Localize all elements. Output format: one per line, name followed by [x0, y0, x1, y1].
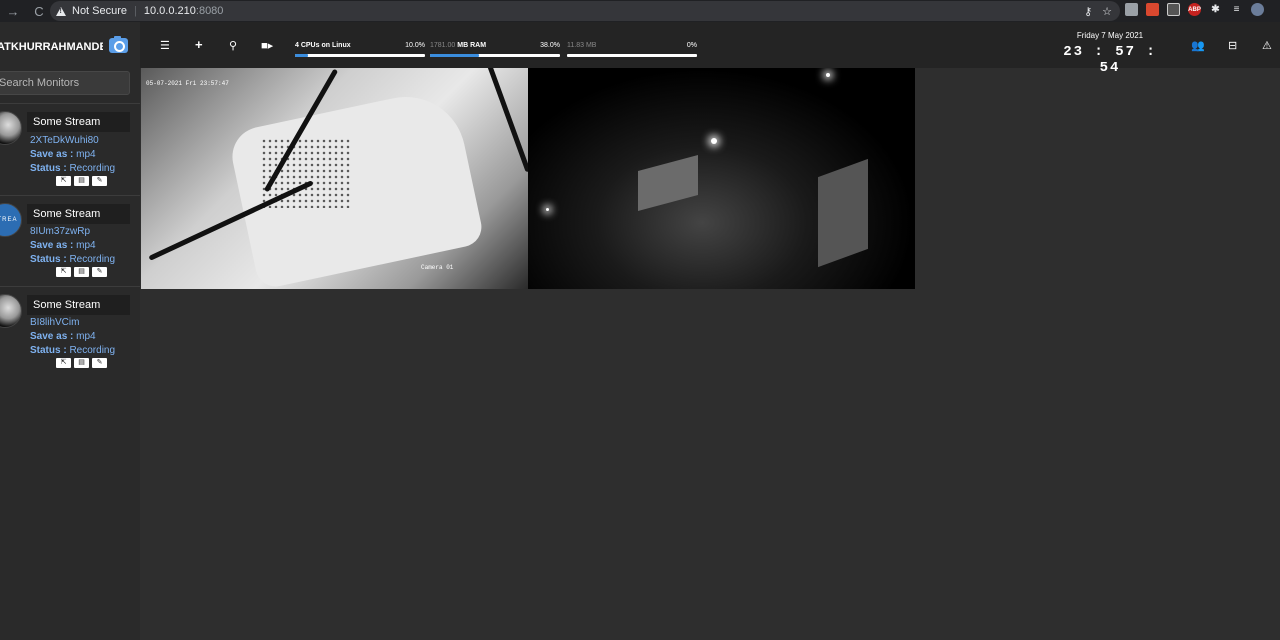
monitor-actions: ⇱ ▤ ✎	[56, 358, 107, 368]
monitor-thumbnail[interactable]	[0, 111, 22, 145]
monitor-actions: ⇱ ▤ ✎	[56, 267, 107, 277]
monitor-save-format: Save as : mp4	[30, 149, 96, 160]
scene-detail	[826, 73, 830, 77]
status-label: Status :	[30, 163, 67, 174]
save-value: mp4	[76, 240, 96, 251]
scene-detail	[818, 158, 868, 268]
key-icon[interactable]: ⚷	[1084, 5, 1092, 18]
url-port[interactable]: :8080	[196, 5, 224, 17]
plus-icon[interactable]: +	[195, 37, 203, 52]
video-caption: Camera 01	[421, 264, 454, 271]
app-root: ATKHURRAHMANDEV... Search Monitors Some …	[0, 22, 1280, 640]
extension-icon[interactable]	[1167, 3, 1180, 16]
scene-detail	[711, 138, 717, 144]
ram-unit: MB RAM	[457, 42, 487, 49]
save-value: mp4	[76, 331, 96, 342]
monitor-thumbnail[interactable]	[0, 294, 22, 328]
monitor-name[interactable]: Some Stream	[27, 295, 130, 315]
video-timestamp: 05-07-2021 Fri 23:57:47	[146, 80, 229, 87]
url-separator: |	[134, 5, 137, 17]
map-pin-icon[interactable]: ⚲	[229, 39, 237, 52]
ram-label: 1781.00 MB RAM	[430, 42, 486, 49]
monitor-id[interactable]: 8IUm37zwRp	[30, 226, 90, 237]
save-label: Save as :	[30, 240, 74, 251]
status-label: Status :	[30, 254, 67, 265]
ram-bar-fill	[430, 54, 480, 57]
video-camera-icon[interactable]: ■▸	[261, 39, 273, 52]
disk-bar	[567, 54, 697, 57]
monitor-id[interactable]: BI8lihVCim	[30, 317, 79, 328]
sidebar: ATKHURRAHMANDEV... Search Monitors Some …	[0, 22, 140, 640]
external-link-icon[interactable]: ⇱	[56, 267, 71, 277]
film-icon[interactable]: ▤	[74, 358, 89, 368]
drive-icon[interactable]: ⊟	[1228, 39, 1237, 52]
monitor-actions: ⇱ ▤ ✎	[56, 176, 107, 186]
save-label: Save as :	[30, 149, 74, 160]
star-icon[interactable]: ☆	[1102, 5, 1112, 18]
wrench-icon[interactable]: ✎	[92, 358, 107, 368]
extension-icon[interactable]	[1146, 3, 1159, 16]
wrench-icon[interactable]: ✎	[92, 176, 107, 186]
clock-date: Friday 7 May 2021	[1076, 31, 1144, 40]
external-link-icon[interactable]: ⇱	[56, 358, 71, 368]
status-value: Recording	[69, 163, 116, 174]
clock-time: 23 : 57 : 54	[1063, 44, 1157, 76]
save-label: Save as :	[30, 331, 74, 342]
status-label: Status :	[30, 345, 67, 356]
profile-avatar-icon[interactable]	[1251, 3, 1264, 16]
browser-toolbar: → C Not Secure | 10.0.0.210:8080 ⚷ ☆ ABP…	[0, 0, 1280, 22]
cpu-label: 4 CPUs on Linux	[295, 42, 351, 49]
scene-detail	[546, 208, 549, 211]
scene-detail	[481, 68, 528, 173]
search-input[interactable]: Search Monitors	[0, 71, 130, 95]
forward-icon[interactable]: →	[0, 0, 26, 22]
url-host[interactable]: 10.0.0.210	[144, 5, 196, 17]
ram-bar	[430, 54, 560, 57]
wrench-icon[interactable]: ✎	[92, 267, 107, 277]
warning-icon[interactable]: ⚠	[1262, 39, 1272, 52]
media-queue-icon[interactable]: ≡	[1230, 3, 1243, 16]
monitor-item[interactable]: STREA Some Stream 8IUm37zwRp Save as : m…	[0, 196, 140, 286]
cpu-percent: 10.0%	[405, 42, 425, 49]
video-feed[interactable]: 05-07-2021 Fri 23:57:47 Camera 01	[141, 68, 528, 289]
film-icon[interactable]: ▤	[74, 176, 89, 186]
cpu-bar	[295, 54, 425, 57]
cpu-bar-fill	[295, 54, 308, 57]
status-value: Recording	[69, 254, 116, 265]
adblock-icon[interactable]: ABP	[1188, 3, 1201, 16]
security-label[interactable]: Not Secure	[72, 5, 127, 17]
monitor-save-format: Save as : mp4	[30, 240, 96, 251]
warning-icon	[56, 6, 66, 16]
camera-icon[interactable]	[109, 36, 128, 53]
monitor-thumbnail[interactable]: STREA	[0, 203, 22, 237]
list-icon[interactable]: ☰	[160, 39, 170, 52]
extensions-area: ABP ✱ ≡	[1125, 3, 1264, 16]
monitor-item[interactable]: Some Stream BI8lihVCim Save as : mp4 Sta…	[0, 287, 140, 377]
ram-value: 1781.00	[430, 42, 456, 49]
external-link-icon[interactable]: ⇱	[56, 176, 71, 186]
monitor-status: Status : Recording	[30, 345, 115, 356]
address-bar[interactable]: Not Secure | 10.0.0.210:8080 ⚷ ☆	[50, 1, 1120, 21]
reload-icon[interactable]: C	[26, 0, 52, 22]
monitor-name[interactable]: Some Stream	[27, 112, 130, 132]
monitor-status: Status : Recording	[30, 163, 115, 174]
status-value: Recording	[69, 345, 116, 356]
monitor-id[interactable]: 2XTeDkWuhi80	[30, 135, 99, 146]
scene-detail	[638, 154, 698, 212]
brand-name[interactable]: ATKHURRAHMANDEV...	[0, 41, 103, 53]
save-value: mp4	[76, 149, 96, 160]
monitor-item[interactable]: Some Stream 2XTeDkWuhi80 Save as : mp4 S…	[0, 104, 140, 194]
users-icon[interactable]: 👥	[1191, 39, 1205, 52]
ram-percent: 38.0%	[540, 42, 560, 49]
video-feed[interactable]	[528, 68, 915, 289]
disk-value: 11.83 MB	[567, 42, 597, 49]
monitor-name[interactable]: Some Stream	[27, 204, 130, 224]
disk-percent: 0%	[686, 42, 697, 49]
top-bar: ☰ + ⚲ ■▸ 4 CPUs on Linux 10.0% 1781.00 M…	[140, 22, 1280, 76]
monitor-status: Status : Recording	[30, 254, 115, 265]
film-icon[interactable]: ▤	[74, 267, 89, 277]
extension-icon[interactable]	[1125, 3, 1138, 16]
puzzle-icon[interactable]: ✱	[1209, 3, 1222, 16]
monitor-save-format: Save as : mp4	[30, 331, 96, 342]
